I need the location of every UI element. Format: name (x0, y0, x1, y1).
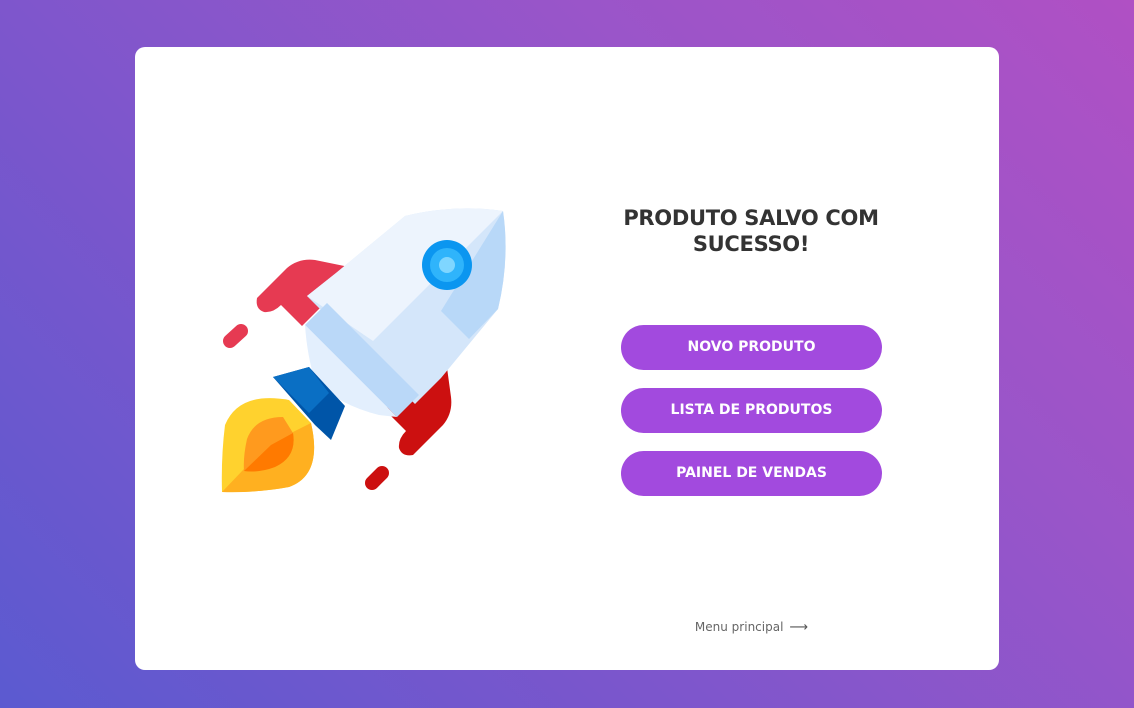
main-menu-label: Menu principal (694, 620, 784, 634)
product-list-button[interactable]: LISTA DE PRODUTOS (621, 388, 882, 433)
rocket-icon (219, 205, 509, 495)
arrow-right-icon: ⟶ (789, 620, 809, 635)
main-menu-link[interactable]: Menu principal ⟶ (621, 620, 882, 635)
success-card: PRODUTO SALVO COM SUCESSO! NOVO PRODUTO … (135, 47, 999, 670)
page-title: PRODUTO SALVO COM SUCESSO! (623, 206, 879, 256)
sales-panel-button[interactable]: PAINEL DE VENDAS (621, 451, 882, 496)
new-product-button[interactable]: NOVO PRODUTO (621, 325, 882, 370)
